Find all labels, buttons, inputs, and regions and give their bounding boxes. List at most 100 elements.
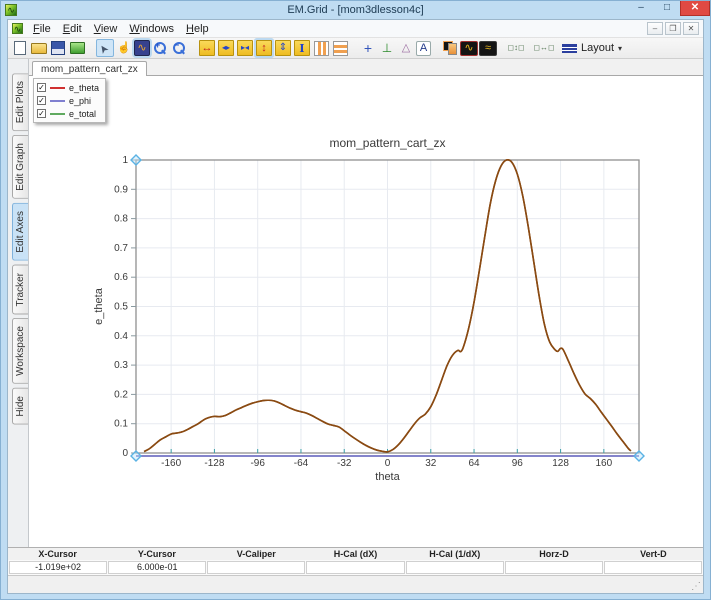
cursor-marker bbox=[131, 155, 141, 165]
fit-x-axis-icon[interactable]: ▸◂ bbox=[237, 40, 253, 56]
sidebar-tab-edit-axes[interactable]: Edit Axes bbox=[12, 203, 28, 261]
status-value-horz-d bbox=[505, 561, 603, 574]
window-title: EM.Grid - [mom3dlesson4c] bbox=[1, 4, 710, 16]
axes-icon[interactable]: ⊥ bbox=[378, 39, 396, 57]
zoom-in-icon[interactable]: + bbox=[151, 39, 169, 57]
svg-text:-96: -96 bbox=[250, 458, 265, 469]
sidebar-tab-edit-graph[interactable]: Edit Graph bbox=[12, 135, 28, 199]
legend-checkbox-e_phi[interactable]: ✓ bbox=[37, 96, 46, 105]
svg-text:0.5: 0.5 bbox=[114, 302, 128, 313]
title-bar: ∿ EM.Grid - [mom3dlesson4c] –□✕ bbox=[1, 1, 710, 19]
legend-line-swatch bbox=[50, 87, 65, 89]
svg-text:0: 0 bbox=[122, 448, 128, 459]
sidebar-tab-edit-plots[interactable]: Edit Plots bbox=[12, 73, 28, 131]
svg-text:160: 160 bbox=[596, 458, 613, 469]
text-label-icon: A bbox=[420, 43, 427, 54]
expand-y-axis-icon: ↕ bbox=[261, 43, 267, 54]
svg-text:0.2: 0.2 bbox=[114, 389, 128, 400]
text-label-icon[interactable]: A bbox=[416, 41, 431, 56]
menu-view[interactable]: View bbox=[88, 22, 124, 36]
menu-edit[interactable]: Edit bbox=[57, 22, 88, 36]
fit-x-axis-icon: ▸◂ bbox=[241, 44, 249, 52]
fit-y-axis-icon: I bbox=[299, 43, 304, 54]
legend-checkbox-e_total[interactable]: ✓ bbox=[37, 109, 46, 118]
mdi-restore-button[interactable]: ❐ bbox=[665, 22, 681, 35]
legend-item-e_total: ✓e_total bbox=[37, 107, 99, 120]
svg-text:0.7: 0.7 bbox=[114, 243, 128, 254]
menu-bar: ∿ FileEditViewWindowsHelp –❐✕ bbox=[8, 20, 703, 38]
dark-multiplot-icon: ≈ bbox=[485, 43, 491, 54]
chart-svg[interactable]: -160-128-96-64-32032649612816000.10.20.3… bbox=[29, 76, 711, 551]
horizontal-stripes-icon[interactable] bbox=[331, 39, 349, 57]
maximize-button[interactable]: □ bbox=[654, 1, 680, 16]
chevron-down-icon: ▾ bbox=[618, 44, 622, 53]
fit-y-axis-icon[interactable]: I bbox=[294, 40, 310, 56]
dark-multiplot-icon[interactable]: ≈ bbox=[479, 41, 497, 56]
shrink-y-axis-icon[interactable]: ⇕ bbox=[275, 40, 291, 56]
status-value-x-cursor: -1.019e+02 bbox=[9, 561, 107, 574]
statusbar-values: -1.019e+026.000e-01 bbox=[8, 560, 703, 575]
svg-text:-32: -32 bbox=[337, 458, 352, 469]
minimize-button[interactable]: – bbox=[628, 1, 654, 16]
dark-plot-icon: ∿ bbox=[464, 43, 473, 54]
svg-text:-160: -160 bbox=[161, 458, 181, 469]
zoom-out-icon[interactable]: − bbox=[170, 39, 188, 57]
svg-text:0.9: 0.9 bbox=[114, 184, 128, 195]
legend-label: e_phi bbox=[69, 96, 91, 106]
crosshair-icon[interactable]: + bbox=[359, 39, 377, 57]
mdi-close-button[interactable]: ✕ bbox=[683, 22, 699, 35]
status-value-v-caliper bbox=[207, 561, 305, 574]
pan-hand-icon[interactable]: ☝ bbox=[115, 39, 133, 57]
layout-dropdown[interactable]: Layout ▾ bbox=[558, 41, 626, 55]
legend-checkbox-e_theta[interactable]: ✓ bbox=[37, 83, 46, 92]
status-value-h-cal-1-dx- bbox=[406, 561, 504, 574]
status-value-vert-d bbox=[604, 561, 702, 574]
layout-label: Layout bbox=[581, 42, 614, 54]
expand-y-axis-icon[interactable]: ↕ bbox=[256, 40, 272, 56]
mdi-minimize-button[interactable]: – bbox=[647, 22, 663, 35]
plot-area: ✓e_theta✓e_phi✓e_total -160-128-96-64-32… bbox=[29, 76, 703, 547]
shrink-x-axis-icon[interactable]: ◂▸ bbox=[218, 40, 234, 56]
split-horizontal-icon: ◻↔◻ bbox=[533, 44, 554, 52]
svg-text:96: 96 bbox=[512, 458, 524, 469]
status-value-y-cursor: 6.000e-01 bbox=[108, 561, 206, 574]
triangle-marker-icon: △ bbox=[402, 43, 410, 54]
document-logo-icon: ∿ bbox=[12, 23, 23, 34]
toolbar-separator bbox=[432, 48, 440, 49]
toolbar-separator bbox=[189, 48, 197, 49]
svg-text:0.6: 0.6 bbox=[114, 272, 128, 283]
menu-windows[interactable]: Windows bbox=[123, 22, 180, 36]
split-vertical-icon[interactable]: ◻↕◻ bbox=[507, 39, 525, 57]
print-icon[interactable] bbox=[68, 39, 86, 57]
svg-text:0.1: 0.1 bbox=[114, 419, 128, 430]
menu-help[interactable]: Help bbox=[180, 22, 215, 36]
zoom-window-icon[interactable]: ∿ bbox=[134, 40, 150, 56]
tab-mom-pattern-cart-zx[interactable]: mom_pattern_cart_zx bbox=[32, 61, 147, 76]
sidebar-tab-tracker[interactable]: Tracker bbox=[12, 265, 28, 315]
legend-item-e_theta: ✓e_theta bbox=[37, 81, 99, 94]
split-vertical-icon: ◻↕◻ bbox=[507, 44, 524, 52]
svg-text:0: 0 bbox=[385, 458, 391, 469]
expand-x-axis-icon[interactable]: ↔ bbox=[199, 40, 215, 56]
close-button[interactable]: ✕ bbox=[680, 1, 710, 16]
dark-plot-icon[interactable]: ∿ bbox=[460, 41, 478, 56]
sidebar-tabs: Edit Plots Edit Graph Edit Axes Tracker Work… bbox=[8, 59, 29, 547]
select-cursor-icon[interactable]: ➤ bbox=[96, 39, 114, 57]
resize-grip-icon[interactable]: ⋰ bbox=[691, 581, 701, 592]
sidebar-tab-workspace[interactable]: Workspace bbox=[12, 318, 28, 384]
split-horizontal-icon[interactable]: ◻↔◻ bbox=[535, 39, 553, 57]
zoom-in-icon: + bbox=[155, 41, 160, 50]
client-area: ∿ FileEditViewWindowsHelp –❐✕ ➤☝∿+−↔◂▸▸◂… bbox=[7, 19, 704, 594]
new-file-icon[interactable] bbox=[11, 39, 29, 57]
open-file-icon[interactable] bbox=[30, 39, 48, 57]
legend-line-swatch bbox=[50, 113, 65, 115]
chart-overlay-icon[interactable] bbox=[441, 39, 459, 57]
vertical-stripes-icon[interactable] bbox=[312, 39, 330, 57]
window-controls: –□✕ bbox=[628, 1, 710, 19]
document-tab-strip: mom_pattern_cart_zx bbox=[29, 59, 703, 76]
triangle-marker-icon[interactable]: △ bbox=[397, 39, 415, 57]
save-icon[interactable] bbox=[49, 39, 67, 57]
sidebar-tab-hide[interactable]: Hide bbox=[12, 388, 28, 425]
svg-text:64: 64 bbox=[468, 458, 480, 469]
menu-file[interactable]: File bbox=[27, 22, 57, 36]
